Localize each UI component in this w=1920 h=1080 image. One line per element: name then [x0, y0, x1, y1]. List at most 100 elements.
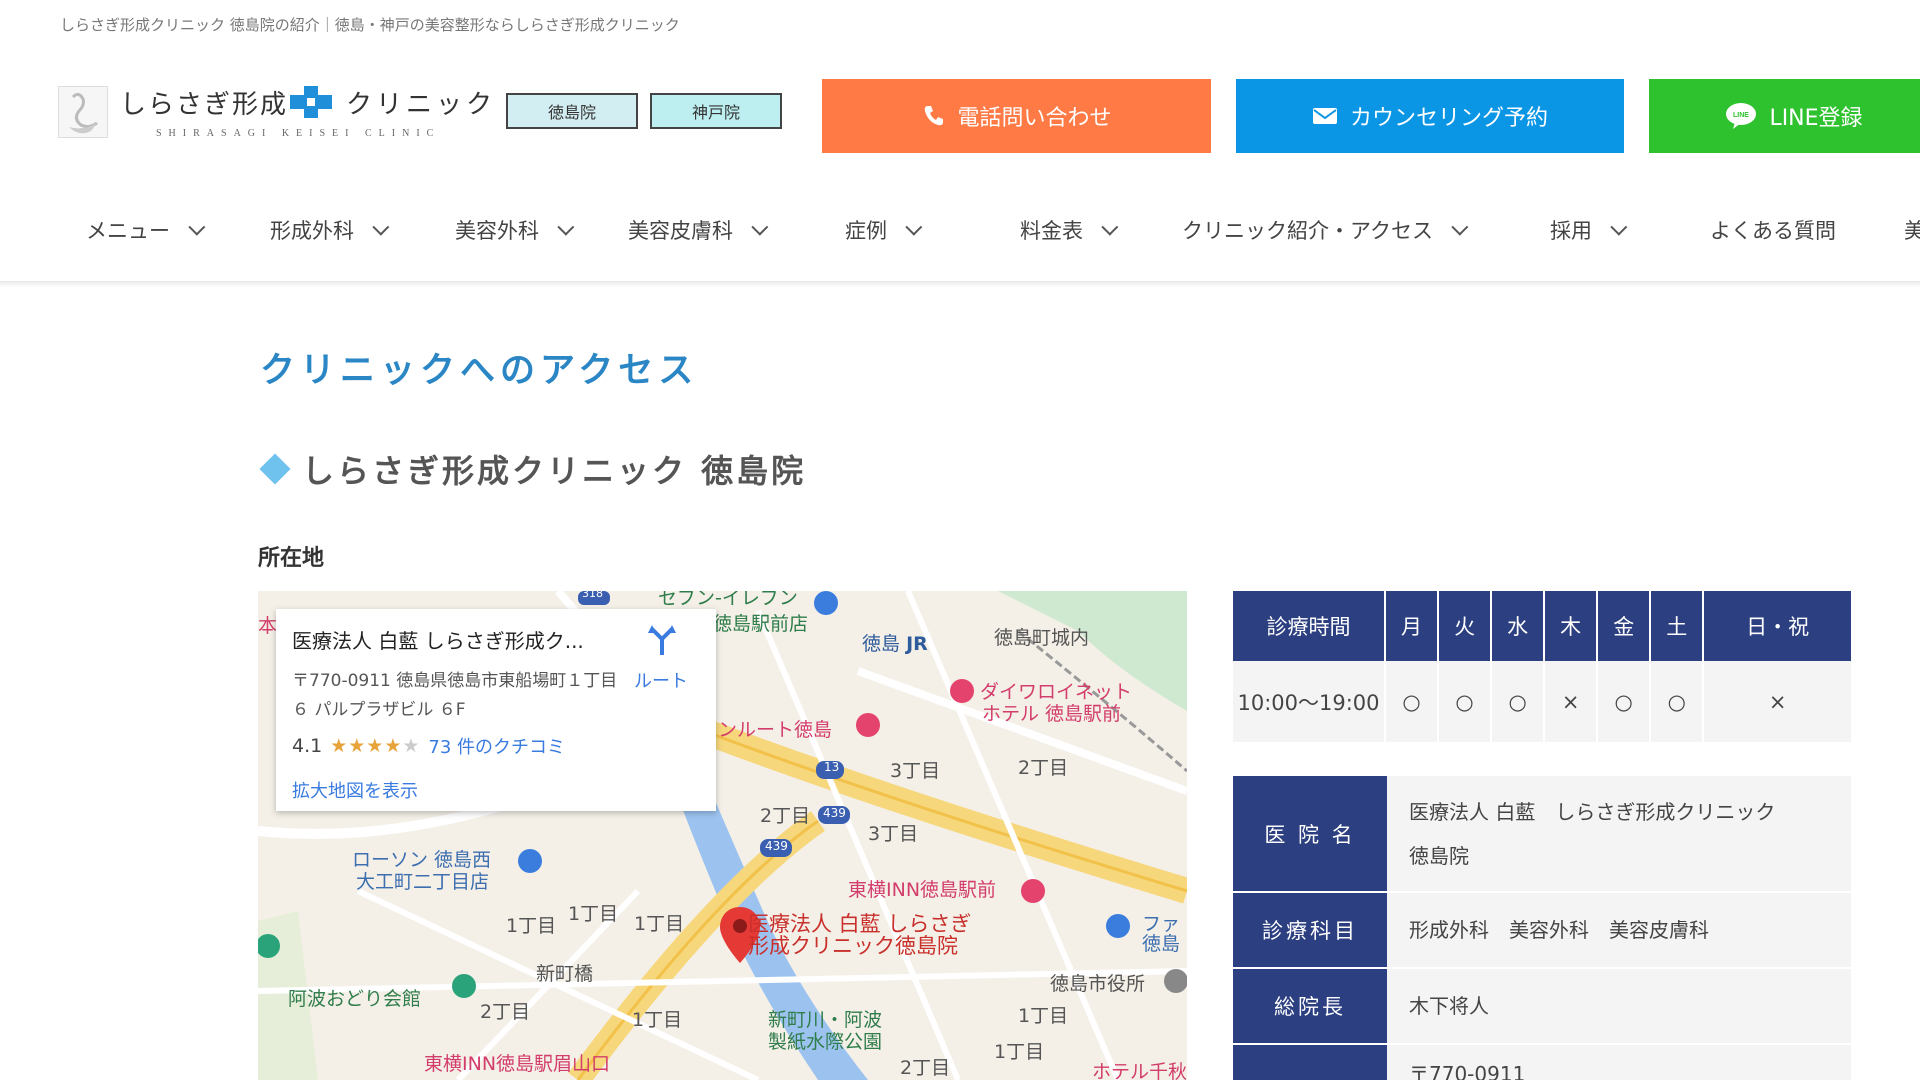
table-cell: ○	[1649, 661, 1704, 742]
phone-inquiry-label: 電話問い合わせ	[957, 106, 1112, 131]
nav-item-menu[interactable]: メニュー	[86, 205, 206, 255]
enlarge-map-link[interactable]: 拡大地図を表示	[292, 777, 418, 803]
table-cell: ○	[1383, 661, 1439, 742]
map-label-chome: 2丁目	[760, 805, 811, 827]
table-header-row: 診療時間 月 火 水 木 金 土 日・祝	[1233, 591, 1851, 661]
nav-item-price-list[interactable]: 料金表	[1020, 205, 1119, 255]
egret-logo-icon	[58, 86, 108, 138]
nav-item-faq[interactable]: よくある質問	[1710, 205, 1836, 255]
road-shield-439: 439	[823, 806, 846, 820]
main-nav: メニュー 形成外科 美容外科 美容皮膚科 症例 料金表 クリニック紹介・アクセス…	[0, 205, 1920, 255]
map-label-clinic-pin-2: 形成クリニック徳島院	[748, 934, 958, 958]
map-info-card: 医療法人 白藍 しらさぎ形成ク... ルート 〒770-0911 徳島県徳島市東…	[276, 609, 716, 811]
nav-item-label: 症例	[845, 219, 887, 243]
map-label-chome: 3丁目	[868, 823, 919, 845]
map-label-chome: 1丁目	[632, 1009, 683, 1031]
clinic-heading: しらさぎ形成クリニック 徳島院	[259, 446, 807, 492]
nav-divider	[0, 281, 1920, 287]
map-label-awaodori-hall: 阿波おどり会館	[288, 988, 422, 1010]
line-register-label: LINE登録	[1769, 106, 1863, 131]
logo-name-first: しらさぎ形成	[120, 90, 289, 120]
info-label: 総院長	[1233, 968, 1387, 1045]
table-cell: ○	[1437, 661, 1492, 742]
table-row: 医 院 名 医療法人 白藍 しらさぎ形成クリニック 徳島院	[1233, 776, 1851, 893]
table-row: 10:00〜19:00 ○ ○ ○ × ○ ○ ×	[1233, 661, 1851, 742]
jr-icon: JR	[906, 633, 928, 655]
table-header: 月	[1383, 591, 1439, 661]
table-row: 総院長 木下将人	[1233, 968, 1851, 1045]
map-rating: 4.1 ★★★★★ 73 件のクチコミ	[292, 733, 565, 759]
logo-subtitle: SHIRASAGI KEISEI CLINIC	[156, 128, 441, 139]
table-header: 水	[1490, 591, 1545, 661]
map-label-chome: 1丁目	[634, 913, 685, 935]
stars-filled: ★★★★	[330, 735, 403, 757]
chevron-down-icon	[1451, 218, 1469, 236]
map-label-family-2: 徳島	[1142, 933, 1181, 955]
nav-item-recruitment[interactable]: 採用	[1550, 205, 1628, 255]
line-register-button[interactable]: LINE LINE登録	[1649, 79, 1920, 153]
map-label-chome: 2丁目	[480, 1001, 531, 1023]
map-label-park-2: 製紙水際公園	[768, 1031, 883, 1053]
nav-item-label: 美容皮膚科	[628, 219, 733, 243]
info-label	[1233, 1044, 1387, 1080]
table-cell: ×	[1702, 661, 1851, 742]
chevron-down-icon	[557, 218, 575, 236]
map-label-station-front-store: 徳島駅前店	[713, 613, 809, 635]
phone-icon	[925, 106, 944, 126]
table-cell: ×	[1543, 661, 1598, 742]
star-rating-icon: ★★★★★	[330, 735, 420, 757]
table-row: 診療科目 形成外科 美容外科 美容皮膚科	[1233, 892, 1851, 969]
table-cell: ○	[1490, 661, 1545, 742]
chevron-down-icon	[751, 218, 769, 236]
stars-empty: ★	[402, 735, 421, 757]
nav-item-label: 採用	[1550, 219, 1592, 243]
info-value: 医療法人 白藍 しらさぎ形成クリニック 徳島院	[1387, 776, 1851, 893]
chevron-down-icon	[188, 218, 206, 236]
info-label: 医 院 名	[1233, 776, 1387, 893]
chevron-down-icon	[372, 218, 390, 236]
nav-item-label: 美	[1904, 219, 1920, 243]
map-place-address: 〒770-0911 徳島県徳島市東船場町１丁目６ パルプラザビル ６F	[292, 671, 618, 720]
map-label-toyoko-station-front: 東横INN徳島駅前	[848, 879, 997, 901]
line-icon-text: LINE	[1733, 112, 1749, 119]
map-label-tokushima-station: 徳島 JR	[862, 629, 928, 656]
branch-tokushima-button[interactable]: 徳島院	[506, 93, 638, 129]
map-label-city-hall: 徳島市役所	[1050, 973, 1146, 995]
map-label-chome: 1丁目	[1018, 1005, 1069, 1027]
nav-item-cases[interactable]: 症例	[845, 205, 923, 255]
clinic-logo[interactable]: しらさぎ形成 クリニック SHIRASAGI KEISEI CLINIC	[58, 84, 492, 144]
info-label: 診療科目	[1233, 892, 1387, 969]
medical-cross-icon	[290, 86, 332, 118]
reviews-link[interactable]: 73 件のクチコミ	[428, 733, 565, 759]
phone-inquiry-button[interactable]: 電話問い合わせ	[822, 79, 1211, 153]
nav-item-clinic-access[interactable]: クリニック紹介・アクセス	[1182, 205, 1469, 255]
clinic-heading-text: しらさぎ形成クリニック 徳島院	[302, 452, 807, 490]
map-label-clinic-pin-1: 医療法人 白藍 しらさぎ	[748, 912, 972, 936]
branch-kobe-button[interactable]: 神戸院	[650, 93, 782, 129]
map-label-chome: 1丁目	[994, 1041, 1045, 1063]
chevron-down-icon	[1610, 218, 1628, 236]
table-header: 診療時間	[1233, 591, 1385, 661]
table-row: 〒770-0911	[1233, 1044, 1851, 1080]
diamond-bullet-icon	[259, 453, 291, 485]
counseling-booking-button[interactable]: カウンセリング予約	[1236, 79, 1624, 153]
line-app-icon: LINE	[1726, 103, 1757, 129]
map-label-chome: 1丁目	[506, 915, 557, 937]
nav-item-plastic-surgery[interactable]: 形成外科	[270, 205, 390, 255]
nav-item-label: 料金表	[1020, 219, 1083, 243]
nav-item-label: 形成外科	[270, 219, 354, 243]
chevron-down-icon	[1101, 218, 1119, 236]
logo-name-second: クリニック	[346, 90, 497, 120]
table-header: 木	[1543, 591, 1598, 661]
rating-value: 4.1	[292, 735, 323, 757]
location-label: 所在地	[258, 546, 325, 571]
nav-item-cosmetic-surgery[interactable]: 美容外科	[455, 205, 575, 255]
nav-item-truncated[interactable]: 美	[1904, 205, 1920, 255]
mail-icon	[1312, 108, 1337, 124]
directions-icon[interactable]	[648, 625, 676, 655]
google-map[interactable]: セブン-イレブン 徳島駅前店 徳島 JR 徳島町城内 ダイワロイネット ホテル …	[258, 591, 1187, 1080]
map-label-tokushima-text: 徳島	[862, 633, 901, 655]
directions-link[interactable]: ルート	[634, 667, 688, 693]
nav-item-cosmetic-dermatology[interactable]: 美容皮膚科	[628, 205, 769, 255]
info-value: 形成外科 美容外科 美容皮膚科	[1387, 892, 1851, 969]
